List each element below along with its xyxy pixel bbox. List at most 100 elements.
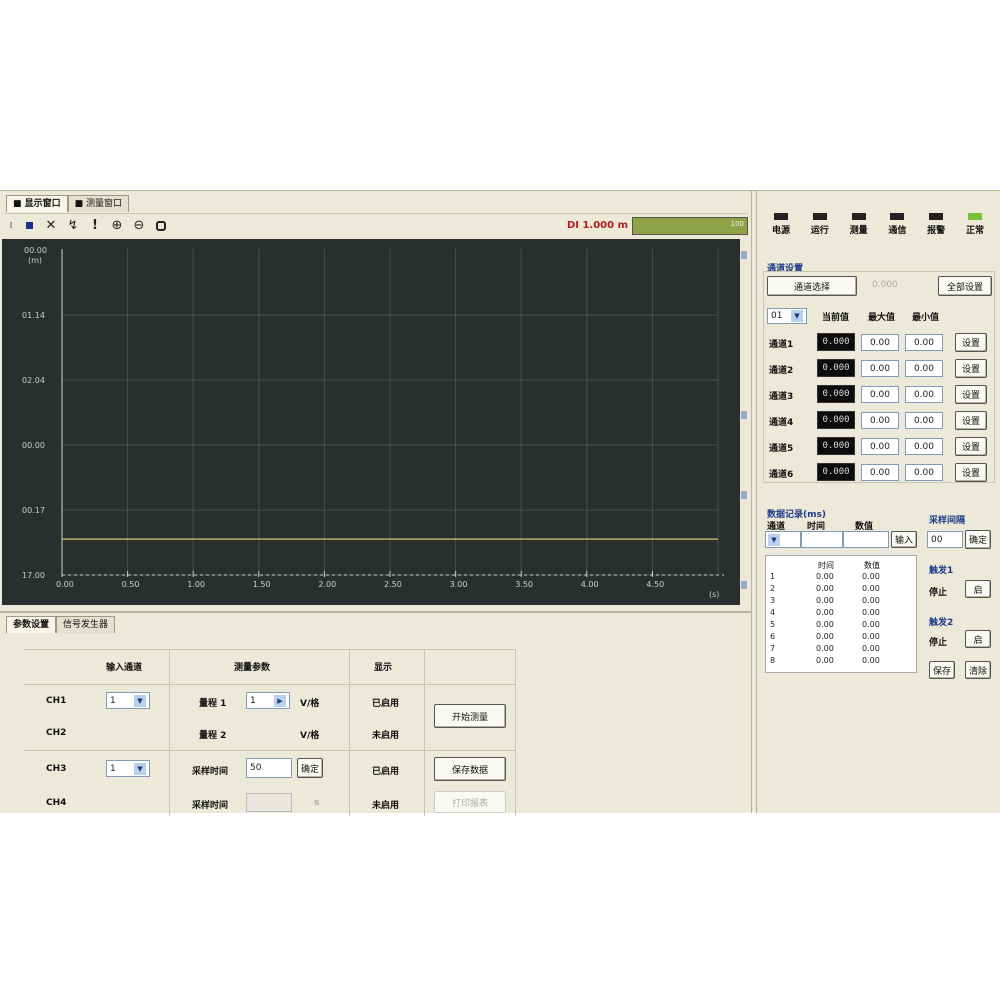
channel-min-field[interactable]: 0.00: [905, 360, 943, 377]
status-led-row: 电源 运行 测量 通信 报警 正常: [765, 213, 991, 236]
channel-set-button[interactable]: 设置: [955, 463, 987, 482]
channel-set-button[interactable]: 设置: [955, 437, 987, 456]
chart-scrollbar[interactable]: [741, 251, 747, 601]
chart-y-top-label: 00.00: [24, 246, 47, 255]
list-item[interactable]: 1 0.00 0.00: [770, 572, 914, 584]
tab-signal-generator[interactable]: 信号发生器: [56, 616, 116, 633]
zoom-in-icon[interactable]: ⊕: [106, 216, 128, 236]
channel-row: 通道5 0.000 0.00 0.00 设置: [763, 435, 995, 459]
sample-time-input[interactable]: 50: [246, 758, 292, 778]
channel-set-button[interactable]: 设置: [955, 411, 987, 430]
print-report-button[interactable]: 打印报表: [434, 791, 506, 813]
stop-square-icon[interactable]: [18, 216, 40, 236]
list-item[interactable]: 2 0.00 0.00: [770, 584, 914, 596]
tab-measure[interactable]: ■ 测量窗口: [67, 195, 130, 212]
list-item[interactable]: 7 0.00 0.00: [770, 644, 914, 656]
channel-max-field[interactable]: 0.00: [861, 360, 899, 377]
ch3-range-select[interactable]: 1 ▼: [106, 760, 150, 777]
row-label-ch2: CH2: [46, 728, 67, 738]
channel-current-display: 0.000: [817, 359, 855, 377]
waveform-chart[interactable]: 01.14 02.04 00.00 00.17 17.00 0.00 0.50 1.00 1.…: [2, 239, 740, 605]
list-item-value: 0.00: [862, 656, 880, 665]
data-record-list[interactable]: 时间 数值 1 0.00 0.00 2 0.00 0.00 3 0.00 0.00 4 0.00 0.…: [765, 555, 917, 673]
channel-row: 通道6 0.000 0.00 0.00 设置: [763, 461, 995, 485]
list-item[interactable]: 5 0.00 0.00: [770, 620, 914, 632]
channel-number-select[interactable]: 01 ▼: [767, 308, 807, 324]
ch1-range-select[interactable]: 1 ▼: [106, 692, 150, 709]
list-item-value: 0.00: [862, 584, 880, 593]
list-item-index: 3: [770, 596, 776, 605]
right-control-panel: 电源 运行 测量 通信 报警 正常 通道设置 通道选择 0.000 全部设置 0…: [756, 191, 1000, 813]
channel-max-field[interactable]: 0.00: [861, 412, 899, 429]
record-time-input[interactable]: [801, 531, 843, 548]
ch1-status: 已启用: [372, 699, 400, 709]
list-item-value: 0.00: [862, 632, 880, 641]
chart-x-tick-label: 0.50: [122, 580, 140, 589]
list-item[interactable]: 3 0.00 0.00: [770, 596, 914, 608]
sample-interval-input[interactable]: 00: [927, 531, 963, 548]
chart-y-unit: (m): [28, 256, 42, 265]
channel-set-button[interactable]: 设置: [955, 333, 987, 352]
channel-max-field[interactable]: 0.00: [861, 464, 899, 481]
start-measure-button[interactable]: 开始测量: [434, 704, 506, 728]
led-indicator-icon: [929, 213, 944, 220]
col-header-max: 最大值: [868, 313, 896, 323]
chart-x-tick-label: 3.50: [515, 580, 533, 589]
record-channel-select[interactable]: ▼: [765, 531, 801, 548]
channel-current-display: 0.000: [817, 333, 855, 351]
list-item[interactable]: 8 0.00 0.00: [770, 656, 914, 668]
channel-min-field[interactable]: 0.00: [905, 464, 943, 481]
channel-max-field[interactable]: 0.00: [861, 386, 899, 403]
alert-icon[interactable]: !: [84, 216, 106, 236]
clear-record-button[interactable]: 清除: [965, 661, 991, 679]
ch4-disabled-input: [246, 793, 292, 812]
channel-min-field[interactable]: 0.00: [905, 412, 943, 429]
list-item[interactable]: 4 0.00 0.00: [770, 608, 914, 620]
ch2-unit: V/格: [300, 731, 320, 741]
parameter-tabs: 参数设置 信号发生器: [6, 616, 116, 633]
channel-min-field[interactable]: 0.00: [905, 334, 943, 351]
record-enter-button[interactable]: 输入: [891, 531, 917, 548]
sample-time-apply-button[interactable]: 确定: [297, 758, 323, 778]
list-item-index: 5: [770, 620, 776, 629]
record-icon[interactable]: [150, 216, 172, 236]
tab-parameters[interactable]: 参数设置: [6, 616, 57, 633]
channel-select-button[interactable]: 通道选择: [767, 276, 857, 296]
ch1-range-input[interactable]: 1 ▶: [246, 692, 290, 709]
sample-interval-button[interactable]: 确定: [965, 530, 991, 549]
list-item[interactable]: 6 0.00 0.00: [770, 632, 914, 644]
channel-max-field[interactable]: 0.00: [861, 438, 899, 455]
list-header-time: 时间: [818, 561, 834, 570]
list-item-time: 0.00: [816, 632, 834, 641]
channel-set-button[interactable]: 设置: [955, 385, 987, 404]
list-item-value: 0.00: [862, 608, 880, 617]
tab-display[interactable]: ■ 显示窗口: [6, 195, 68, 212]
list-item-index: 1: [770, 572, 776, 581]
save-record-button[interactable]: 保存: [929, 661, 955, 679]
ch4-param-label: 采样时间: [192, 801, 229, 811]
chart-y-tick-label: 00.17: [22, 506, 45, 515]
channel-set-button[interactable]: 设置: [955, 359, 987, 378]
chart-x-unit: (s): [709, 590, 719, 599]
clear-x-icon[interactable]: ✕: [40, 216, 62, 236]
trigger1-start-button[interactable]: 启: [965, 580, 991, 598]
channel-row: 通道3 0.000 0.00 0.00 设置: [763, 383, 995, 407]
channel-min-field[interactable]: 0.00: [905, 386, 943, 403]
auto-scale-icon[interactable]: ↯: [62, 216, 84, 236]
list-item-time: 0.00: [816, 608, 834, 617]
trigger2-start-button[interactable]: 启: [965, 630, 991, 648]
row-label-ch1: CH1: [46, 696, 67, 706]
channel-current-display: 0.000: [817, 411, 855, 429]
level-indicator-value: 100: [730, 219, 744, 228]
col-header-input-channel: 输入通道: [106, 663, 143, 673]
save-data-button[interactable]: 保存数据: [434, 757, 506, 781]
ch2-param-label: 量程 2: [199, 731, 227, 741]
led-indicator-icon: [774, 213, 788, 220]
col-header-current: 当前值: [822, 313, 850, 323]
led-indicator-icon: [851, 213, 866, 220]
channel-min-field[interactable]: 0.00: [905, 438, 943, 455]
channel-max-field[interactable]: 0.00: [861, 334, 899, 351]
record-value-input[interactable]: [843, 531, 889, 548]
zoom-out-icon[interactable]: ⊖: [128, 216, 150, 236]
apply-all-button[interactable]: 全部设置: [938, 276, 992, 296]
